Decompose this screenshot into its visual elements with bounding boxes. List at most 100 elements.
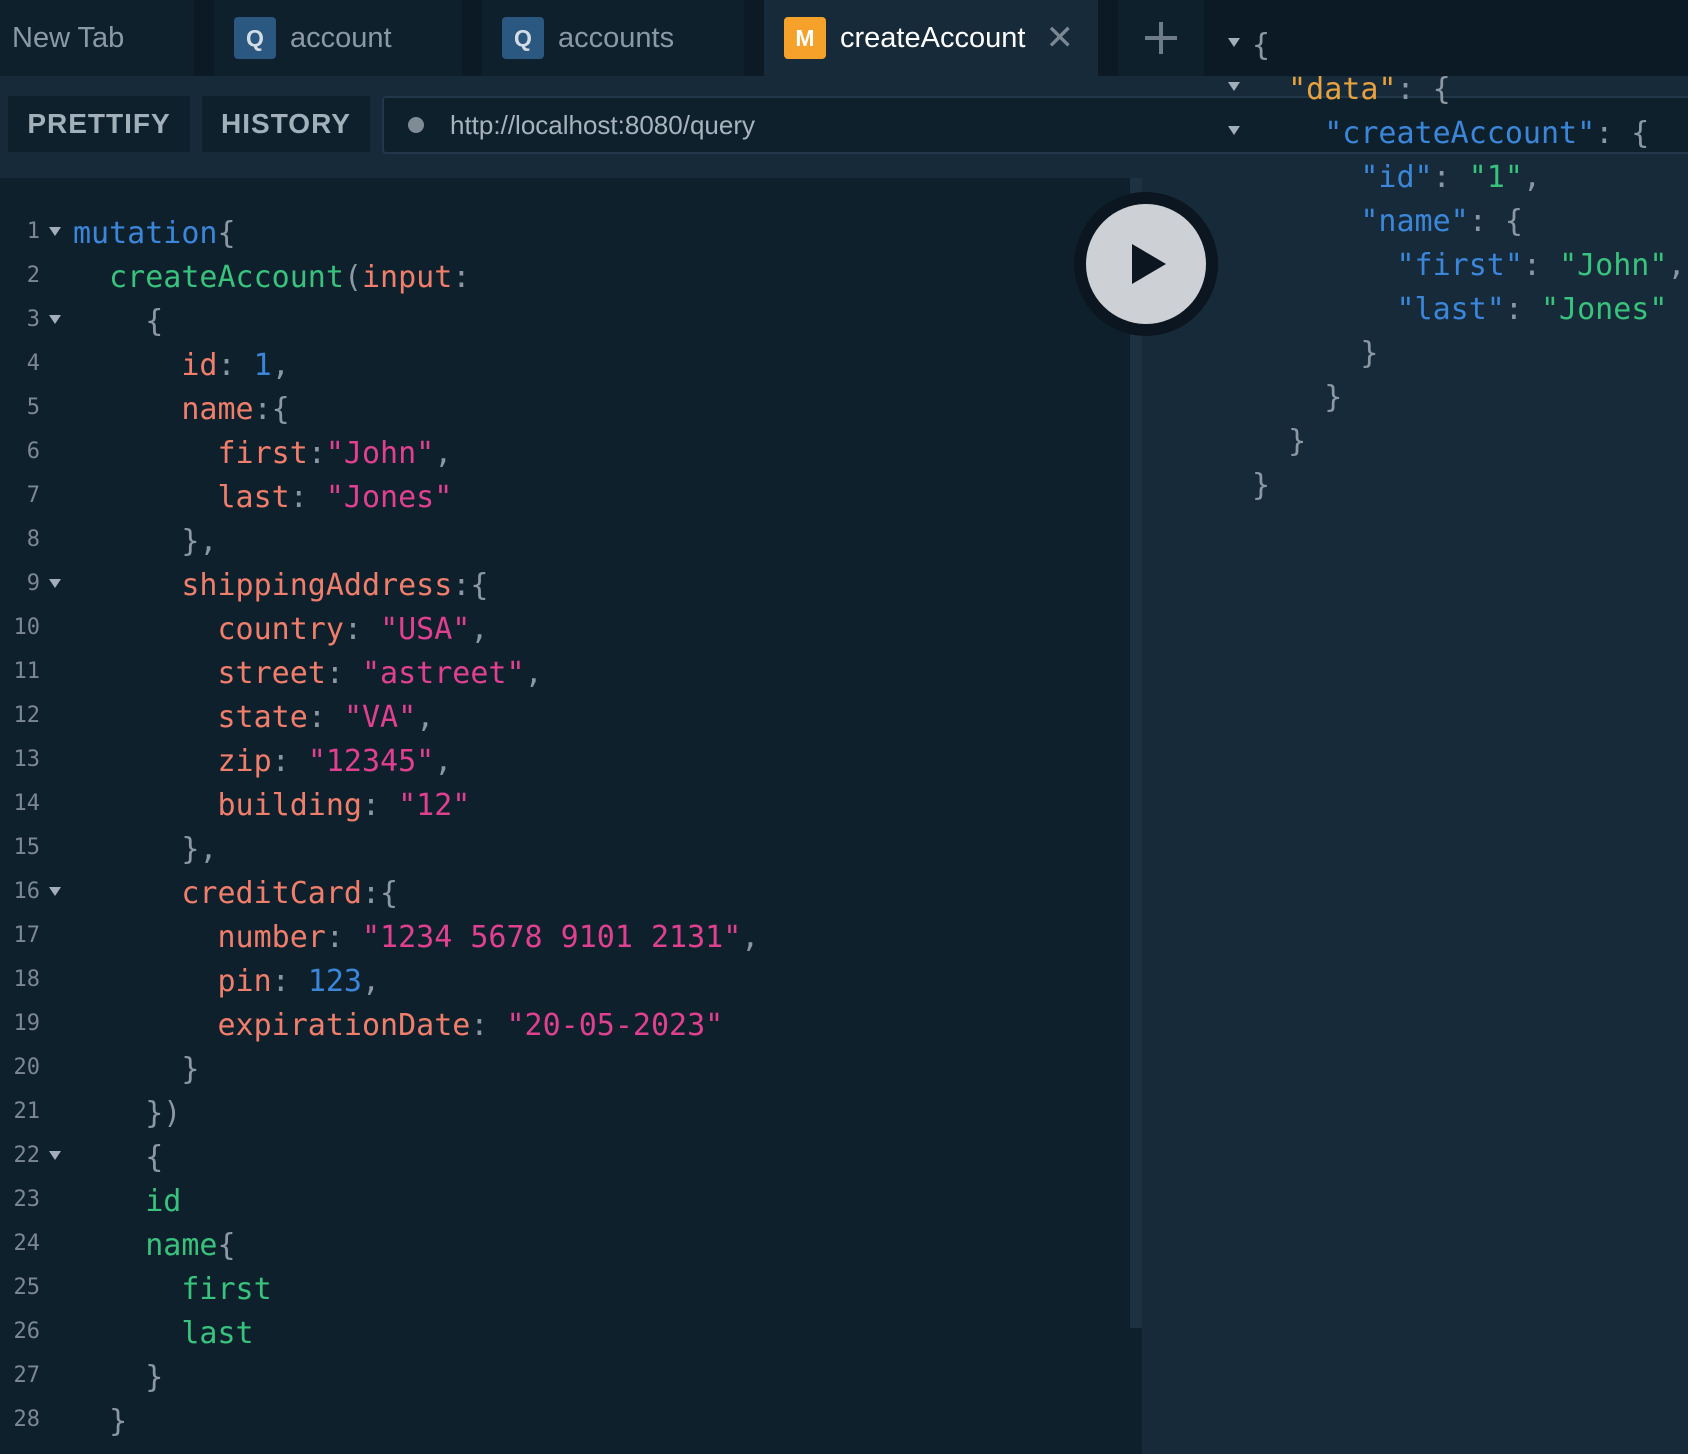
line-number: 6	[26, 439, 40, 464]
line-number-gutter: 1 2 3 4 5 6 7 8 9 10 11 12 13 14 15 16 1…	[0, 212, 68, 1444]
code-line: },	[181, 524, 218, 559]
fold-arrow-icon[interactable]	[1228, 126, 1240, 135]
result-line: }	[1360, 336, 1379, 371]
line-number: 14	[13, 791, 41, 816]
tab-account[interactable]: Q account	[214, 0, 462, 76]
query-editor[interactable]: 1 2 3 4 5 6 7 8 9 10 11 12 13 14 15 16 1…	[0, 178, 1142, 1454]
fold-arrow-icon[interactable]	[49, 579, 61, 588]
plus-icon	[1145, 22, 1177, 54]
line-number: 9	[26, 571, 40, 596]
prettify-button[interactable]: PRETTIFY	[8, 96, 190, 152]
line-number: 21	[13, 1099, 41, 1124]
input-key: name	[181, 392, 254, 427]
line-number: 15	[13, 835, 41, 860]
result-line: "createAccount": {	[1324, 116, 1650, 151]
line-number: 5	[26, 395, 40, 420]
editor-scrollbar[interactable]	[1130, 178, 1142, 1328]
run-button-ring	[1074, 192, 1218, 336]
selection-field: first	[181, 1272, 272, 1307]
input-key: first	[217, 436, 308, 471]
code-line: pin: 123,	[217, 964, 381, 999]
tab-accounts[interactable]: Q accounts	[482, 0, 744, 76]
line-number: 20	[13, 1055, 41, 1080]
input-value: "12"	[398, 788, 471, 823]
result-key: "name"	[1360, 204, 1469, 239]
input-value: "12345"	[307, 744, 435, 779]
fold-arrow-icon[interactable]	[49, 887, 61, 896]
fold-arrow-icon[interactable]	[1228, 38, 1240, 47]
code-line: first	[73, 1268, 759, 1312]
tab-new-tab[interactable]: New Tab	[0, 0, 194, 76]
input-value: 1	[253, 348, 272, 383]
input-value: "astreet"	[362, 656, 525, 691]
code-line: zip: "12345",	[217, 744, 453, 779]
line-number: 23	[13, 1187, 41, 1212]
line-number: 26	[13, 1319, 41, 1344]
code-line: number: "1234 5678 9101 2131",	[217, 920, 760, 955]
result-line: }	[1252, 468, 1271, 503]
fold-arrow-icon[interactable]	[49, 1151, 61, 1160]
result-json: { "data": { "createAccount": { "id": "1"…	[1252, 24, 1686, 508]
argument-name: input	[362, 260, 453, 295]
tab-label: accounts	[558, 21, 675, 54]
fold-arrow-icon[interactable]	[1228, 82, 1240, 91]
result-key: "createAccount"	[1324, 116, 1596, 151]
input-key: pin	[217, 964, 272, 999]
input-value: "1234 5678 9101 2131"	[362, 920, 742, 955]
line-number: 4	[26, 351, 40, 376]
fold-arrow-icon[interactable]	[49, 227, 61, 236]
line-number: 25	[13, 1275, 41, 1300]
result-key: "id"	[1360, 160, 1433, 195]
line-number: 28	[13, 1407, 41, 1432]
field-name: createAccount	[109, 260, 344, 295]
line-number: 12	[13, 703, 41, 728]
result-line: {	[1252, 28, 1271, 63]
line-number: 3	[26, 307, 40, 332]
query-badge-icon: Q	[234, 17, 276, 59]
input-value: 123	[307, 964, 362, 999]
selection-field: id	[145, 1184, 182, 1219]
line-number: 19	[13, 1011, 41, 1036]
fold-arrow-icon[interactable]	[49, 315, 61, 324]
input-key: building	[217, 788, 363, 823]
result-key: "last"	[1396, 292, 1505, 327]
code-line: last: "Jones"	[217, 480, 453, 515]
close-icon[interactable]: ✕	[1046, 18, 1075, 58]
code-line: })	[145, 1096, 182, 1131]
tab-create-account[interactable]: M createAccount ✕	[764, 0, 1098, 76]
code-line: creditCard:{	[181, 876, 399, 911]
input-key: expirationDate	[217, 1008, 471, 1043]
result-line: }	[1288, 424, 1307, 459]
line-number: 1	[26, 219, 40, 244]
add-tab-button[interactable]	[1118, 0, 1204, 76]
code-line: }	[181, 1052, 200, 1087]
input-value: "VA"	[343, 700, 417, 735]
code-line: mutation{	[73, 216, 236, 251]
code-line: }	[109, 1404, 128, 1439]
input-key: id	[181, 348, 218, 383]
result-line: }	[1324, 380, 1343, 415]
line-number: 18	[13, 967, 41, 992]
result-value: "1"	[1468, 160, 1523, 195]
input-key: shippingAddress	[181, 568, 453, 603]
line-number: 22	[13, 1143, 41, 1168]
code-line: state: "VA",	[217, 700, 435, 735]
code-line: last	[73, 1312, 759, 1356]
history-button[interactable]: HISTORY	[202, 96, 370, 152]
input-key: number	[217, 920, 326, 955]
code-line: {	[145, 1140, 164, 1175]
result-value: "Jones"	[1541, 292, 1668, 327]
line-number: 27	[13, 1363, 41, 1388]
line-number: 13	[13, 747, 41, 772]
tab-label: account	[290, 21, 392, 54]
code-line: }	[145, 1360, 164, 1395]
mutation-keyword: mutation	[73, 216, 218, 251]
result-key: "first"	[1396, 248, 1523, 283]
run-query-button[interactable]	[1086, 204, 1206, 324]
code-line: name{	[145, 1228, 236, 1263]
result-key: "data"	[1288, 72, 1397, 107]
input-key: state	[217, 700, 308, 735]
query-code[interactable]: mutation{ createAccount(input: { id: 1, …	[73, 212, 759, 1444]
code-line: id	[73, 1180, 759, 1224]
line-number: 2	[26, 263, 40, 288]
